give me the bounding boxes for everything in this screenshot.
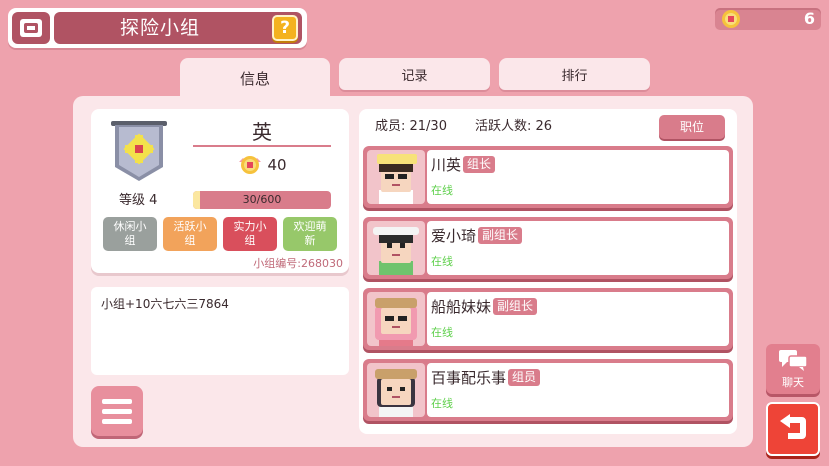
main-panel: 英 40 等级 4 30/600 休闲小组 活跃小组 实力小组 欢迎萌新 小组编… (73, 96, 753, 447)
title-field: 探险小组 ? (54, 12, 302, 44)
member-name-text: 百事配乐事 (431, 369, 507, 387)
position-button[interactable]: 职位 (659, 115, 725, 139)
member-name: 船船妹妹 副组长 (431, 298, 538, 316)
member-name-text: 川英 (431, 156, 462, 174)
member-info: 百事配乐事 组员 在线 (427, 363, 729, 417)
chat-button[interactable]: 聊天 (766, 344, 820, 394)
member-info: 船船妹妹 副组长 在线 (427, 292, 729, 346)
role-badge: 组员 (508, 369, 541, 386)
tag-active: 活跃小组 (163, 217, 217, 251)
member-name: 爱小琦 副组长 (431, 227, 523, 245)
member-row[interactable]: 百事配乐事 组员 在线 (363, 359, 733, 421)
group-banner-icon (111, 121, 167, 181)
member-row[interactable]: 船船妹妹 副组长 在线 (363, 288, 733, 350)
currency-display: 6 (715, 8, 821, 30)
player-avatar-icon (375, 298, 417, 346)
return-button[interactable] (766, 402, 820, 456)
menu-icon-line (102, 418, 132, 424)
member-name: 川英 组长 (431, 156, 496, 174)
member-row[interactable]: 川英 组长 在线 (363, 146, 733, 208)
member-row[interactable]: 爱小琦 副组长 在线 (363, 217, 733, 279)
exp-bar: 30/600 (193, 191, 331, 209)
tag-strength: 实力小组 (223, 217, 277, 251)
member-info: 爱小琦 副组长 在线 (427, 221, 729, 275)
exp-text: 30/600 (242, 193, 282, 206)
menu-button[interactable] (91, 386, 143, 436)
group-name: 英 (193, 117, 331, 147)
member-name: 百事配乐事 组员 (431, 369, 541, 387)
avatar (367, 363, 425, 417)
active-count: 活跃人数: 26 (475, 119, 553, 134)
member-status: 在线 (431, 326, 453, 339)
help-button[interactable]: ? (272, 15, 298, 41)
role-badge: 副组长 (478, 227, 523, 244)
tag-welcome-newbies: 欢迎萌新 (283, 217, 337, 251)
member-list-panel: 成员: 21/30 活跃人数: 26 职位 川英 组长 在线 爱小琦 副组长 在… (359, 109, 737, 434)
tag-casual: 休闲小组 (103, 217, 157, 251)
member-name-text: 船船妹妹 (431, 298, 492, 316)
tab-info[interactable]: 信息 (180, 58, 330, 98)
avatar (367, 150, 425, 204)
members-count: 成员: 21/30 (375, 119, 447, 134)
group-description: 小组+10六七六三7864 (101, 297, 229, 311)
score-value: 40 (267, 156, 287, 174)
chat-bubble-icon (779, 350, 808, 371)
currency-amount: 6 (803, 9, 815, 28)
member-name-text: 爱小琦 (431, 227, 477, 245)
avatar (367, 292, 425, 346)
tab-records[interactable]: 记录 (339, 58, 490, 90)
group-home-button[interactable] (12, 12, 50, 44)
level-label: 等级 4 (119, 193, 158, 208)
group-score: 40 (193, 153, 331, 177)
trophy-icon (239, 156, 262, 174)
menu-icon-line (102, 408, 132, 414)
tab-ranking[interactable]: 排行 (499, 58, 650, 90)
group-emblem-icon (20, 19, 42, 37)
badge-coin-icon (722, 10, 740, 28)
role-badge: 副组长 (493, 298, 538, 315)
return-arrow-icon (780, 414, 806, 439)
role-badge: 组长 (463, 156, 496, 173)
group-description-card: 小组+10六七六三7864 (91, 287, 349, 375)
player-avatar-icon (377, 154, 417, 204)
menu-icon-line (102, 398, 132, 404)
page-title: 探险小组 (119, 17, 200, 39)
member-info: 川英 组长 在线 (427, 150, 729, 204)
title-bar: 探险小组 ? (8, 8, 307, 48)
avatar (367, 221, 425, 275)
member-status: 在线 (431, 255, 453, 268)
member-status: 在线 (431, 184, 453, 197)
group-info-card: 英 40 等级 4 30/600 休闲小组 活跃小组 实力小组 欢迎萌新 小组编… (91, 109, 349, 273)
member-status: 在线 (431, 397, 453, 410)
player-avatar-icon (375, 369, 417, 417)
chat-label: 聊天 (782, 376, 804, 389)
group-id: 小组编号:268030 (253, 257, 343, 270)
player-avatar-icon (373, 227, 419, 275)
